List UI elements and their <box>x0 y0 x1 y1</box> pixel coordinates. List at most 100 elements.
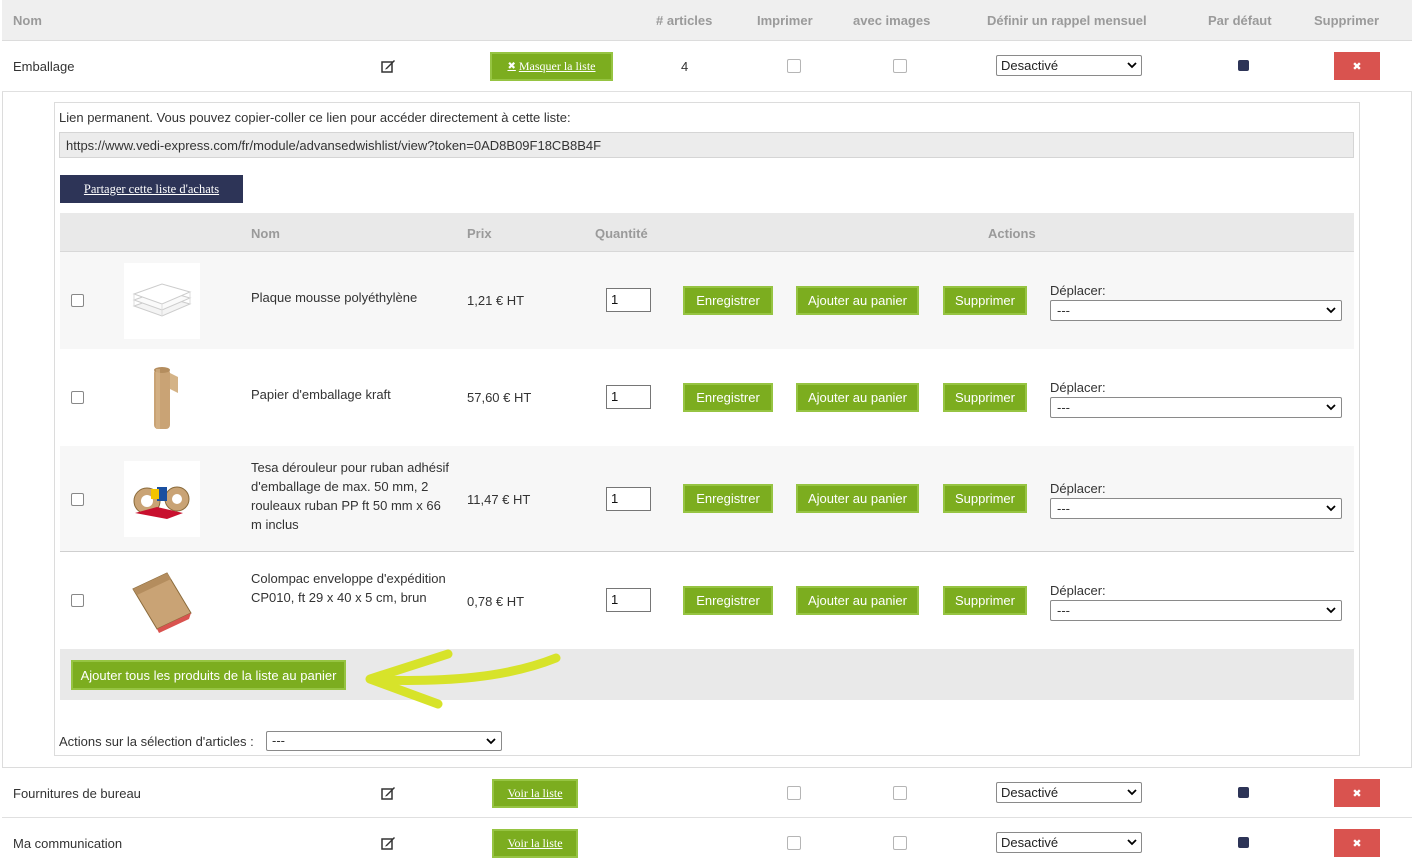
close-icon: ✖ <box>1352 59 1362 73</box>
product-name[interactable]: Tesa dérouleur pour ruban adhésif d'emba… <box>251 458 451 534</box>
quantity-input[interactable]: 1 <box>606 487 651 511</box>
product-name[interactable]: Papier d'emballage kraft <box>251 385 451 404</box>
header-par-defaut: Par défaut <box>1208 13 1272 28</box>
product-name[interactable]: Plaque mousse polyéthylène <box>251 288 451 307</box>
quantity-input[interactable]: 1 <box>606 385 651 409</box>
selection-actions-value: --- <box>272 733 285 748</box>
hide-list-button[interactable]: ✖ Masquer la liste <box>490 52 613 81</box>
reminder-select[interactable]: Desactivé <box>996 55 1142 76</box>
delete-list-button[interactable]: ✖ <box>1334 829 1380 857</box>
product-checkbox[interactable] <box>71 294 84 307</box>
hide-list-label: Masquer la liste <box>518 59 596 73</box>
default-indicator[interactable] <box>1238 787 1249 798</box>
chevron-down-icon <box>1127 789 1137 796</box>
move-select[interactable]: --- <box>1050 397 1342 418</box>
product-checkbox[interactable] <box>71 391 84 404</box>
header-imprimer: Imprimer <box>757 13 813 28</box>
product-checkbox[interactable] <box>71 493 84 506</box>
default-indicator[interactable] <box>1238 837 1249 848</box>
quantity-input[interactable]: 1 <box>606 288 651 312</box>
edit-icon[interactable] <box>380 835 396 851</box>
shipping-envelope-image <box>124 563 200 639</box>
save-button[interactable]: Enregistrer <box>683 586 773 615</box>
print-checkbox[interactable] <box>787 836 801 850</box>
selection-actions-select[interactable]: --- <box>266 731 502 751</box>
view-list-button[interactable]: Voir la liste <box>492 829 578 858</box>
foam-sheets-image <box>124 263 200 339</box>
add-to-cart-button[interactable]: Ajouter au panier <box>796 383 919 412</box>
reminder-select[interactable]: Desactivé <box>996 832 1142 853</box>
product-row: Colompac enveloppe d'expédition CP010, f… <box>60 553 1354 649</box>
permalink-field[interactable]: https://www.vedi-express.com/fr/module/a… <box>59 132 1354 158</box>
move-select[interactable]: --- <box>1050 300 1342 321</box>
default-indicator[interactable] <box>1238 60 1249 71</box>
with-images-checkbox[interactable] <box>893 59 907 73</box>
product-price: 1,21 € HT <box>467 293 525 308</box>
delete-product-button[interactable]: Supprimer <box>943 484 1027 513</box>
delete-product-button[interactable]: Supprimer <box>943 286 1027 315</box>
reminder-value: Desactivé <box>1001 835 1059 850</box>
move-select[interactable]: --- <box>1050 600 1342 621</box>
col-actions: Actions <box>988 226 1036 241</box>
list-row-fournitures: Fournitures de bureau Voir la liste Desa… <box>2 767 1412 818</box>
list-name: Emballage <box>13 59 75 74</box>
product-row: Tesa dérouleur pour ruban adhésif d'emba… <box>60 446 1354 552</box>
edit-icon[interactable] <box>380 58 396 74</box>
share-list-button[interactable]: Partager cette liste d'achats <box>60 175 243 203</box>
move-label: Déplacer: <box>1050 481 1106 496</box>
close-icon: ✖ <box>1352 786 1362 800</box>
move-label: Déplacer: <box>1050 283 1106 298</box>
with-images-checkbox[interactable] <box>893 786 907 800</box>
product-price: 57,60 € HT <box>467 390 532 405</box>
product-name[interactable]: Colompac enveloppe d'expédition CP010, f… <box>251 569 451 607</box>
add-to-cart-button[interactable]: Ajouter au panier <box>796 484 919 513</box>
print-checkbox[interactable] <box>787 786 801 800</box>
list-name: Ma communication <box>13 836 123 851</box>
move-label: Déplacer: <box>1050 380 1106 395</box>
print-checkbox[interactable] <box>787 59 801 73</box>
header-supprimer: Supprimer <box>1314 13 1380 28</box>
selection-actions-label: Actions sur la sélection d'articles : <box>59 734 254 749</box>
move-value: --- <box>1057 400 1070 415</box>
table-header: Nom # articles Imprimer avec images Défi… <box>2 0 1412 41</box>
move-value: --- <box>1057 603 1070 618</box>
add-to-cart-button[interactable]: Ajouter au panier <box>796 586 919 615</box>
with-images-checkbox[interactable] <box>893 836 907 850</box>
product-row: Plaque mousse polyéthylène 1,21 € HT 1 E… <box>60 252 1354 349</box>
chevron-down-icon <box>1326 505 1336 512</box>
permalink-label: Lien permanent. Vous pouvez copier-colle… <box>59 110 571 125</box>
product-row: Papier d'emballage kraft 57,60 € HT 1 En… <box>60 349 1354 446</box>
reminder-value: Desactivé <box>1001 785 1059 800</box>
chevron-down-icon <box>486 738 496 745</box>
move-value: --- <box>1057 303 1070 318</box>
reminder-select[interactable]: Desactivé <box>996 782 1142 803</box>
list-row-ma-communication: Ma communication Voir la liste Desactivé… <box>2 818 1412 868</box>
delete-product-button[interactable]: Supprimer <box>943 586 1027 615</box>
close-icon: ✖ <box>507 61 516 72</box>
chevron-down-icon <box>1326 404 1336 411</box>
save-button[interactable]: Enregistrer <box>683 286 773 315</box>
header-avec-images: avec images <box>853 13 931 28</box>
add-to-cart-button[interactable]: Ajouter au panier <box>796 286 919 315</box>
product-price: 0,78 € HT <box>467 594 525 609</box>
edit-icon[interactable] <box>380 785 396 801</box>
product-checkbox[interactable] <box>71 594 84 607</box>
save-button[interactable]: Enregistrer <box>683 383 773 412</box>
close-icon: ✖ <box>1352 836 1362 850</box>
list-name: Fournitures de bureau <box>13 786 141 801</box>
kraft-paper-roll-image <box>124 360 200 436</box>
header-articles: # articles <box>656 13 713 28</box>
col-nom: Nom <box>251 226 280 241</box>
product-price: 11,47 € HT <box>467 492 531 507</box>
save-button[interactable]: Enregistrer <box>683 484 773 513</box>
delete-list-button[interactable]: ✖ <box>1334 779 1380 807</box>
delete-product-button[interactable]: Supprimer <box>943 383 1027 412</box>
view-list-button[interactable]: Voir la liste <box>492 779 578 808</box>
delete-list-button[interactable]: ✖ <box>1334 52 1380 80</box>
move-select[interactable]: --- <box>1050 498 1342 519</box>
list-row-emballage: Emballage ✖ Masquer la liste 4 Desactivé … <box>2 41 1412 92</box>
quantity-input[interactable]: 1 <box>606 588 651 612</box>
add-all-to-cart-button[interactable]: Ajouter tous les produits de la liste au… <box>71 660 346 690</box>
move-label: Déplacer: <box>1050 583 1106 598</box>
products-table-header: Nom Prix Quantité Actions <box>60 213 1354 252</box>
